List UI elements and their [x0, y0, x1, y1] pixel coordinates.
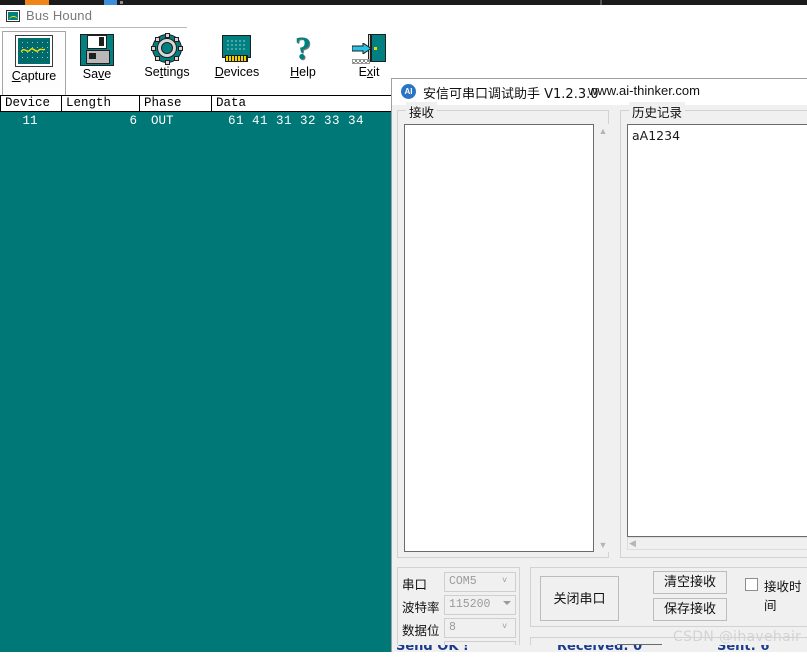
serial-assistant-window: AI 安信可串口调试助手 V1.2.3.0 www.ai-thinker.com… — [391, 78, 807, 652]
exit-label: Exit — [358, 65, 380, 79]
serial-titlebar: AI 安信可串口调试助手 V1.2.3.0 www.ai-thinker.com — [392, 79, 807, 105]
receive-time-checkbox[interactable] — [745, 578, 758, 591]
cell-length: 6 — [129, 114, 137, 128]
serial-params-group: 串口 COM5 ˅ 波特率 115200 数据位 8 ˅ 校验位 None — [397, 567, 520, 652]
serial-window-title: 安信可串口调试助手 V1.2.3.0 — [423, 87, 599, 102]
gear-disc-icon — [151, 33, 183, 65]
capture-button[interactable]: Capture — [2, 31, 66, 96]
save-button[interactable]: Save — [66, 31, 128, 93]
toolbar-divider — [0, 27, 187, 28]
param-row-databits: 数据位 8 ˅ — [402, 618, 518, 640]
column-header-device[interactable]: Device — [0, 95, 62, 112]
help-label: Help — [290, 65, 316, 79]
column-header-length[interactable]: Length — [62, 95, 140, 112]
select-port[interactable]: COM5 ˅ — [444, 572, 516, 592]
history-hscrollbar[interactable]: ◀ — [627, 537, 807, 550]
receive-group-label: 接收 — [406, 102, 438, 121]
save-label: Save — [82, 67, 112, 81]
label-port: 串口 — [402, 577, 428, 592]
close-port-button[interactable]: 关闭串口 — [540, 576, 619, 621]
devices-button[interactable]: Devices — [202, 31, 272, 93]
ai-thinker-logo-icon: AI — [401, 84, 416, 99]
select-baudrate[interactable]: 115200 — [444, 595, 516, 615]
status-message: Send OK ! — [396, 645, 469, 652]
column-header-phase[interactable]: Phase — [140, 95, 212, 112]
select-port-value: COM5 — [449, 575, 477, 588]
scroll-down-icon[interactable]: ▼ — [597, 538, 609, 552]
settings-label: Settings — [144, 65, 190, 79]
history-textarea[interactable]: aA1234 — [627, 124, 807, 537]
capture-label: Capture — [11, 69, 57, 83]
scroll-up-icon[interactable]: ▲ — [597, 124, 609, 138]
help-button[interactable]: ? Help — [272, 31, 334, 93]
serial-website-url: www.ai-thinker.com — [588, 83, 700, 98]
cell-phase: OUT — [151, 114, 174, 128]
param-row-baud: 波特率 115200 — [402, 595, 518, 617]
history-group: 历史记录 aA1234 ◀ — [620, 102, 807, 558]
scope-icon — [6, 10, 20, 22]
select-databits[interactable]: 8 ˅ — [444, 618, 516, 638]
param-row-port: 串口 COM5 ˅ — [402, 572, 518, 594]
bus-hound-title: Bus Hound — [26, 8, 93, 23]
receive-group: 接收 ▲ ▼ — [397, 102, 609, 558]
label-baudrate: 波特率 — [402, 600, 440, 615]
spinner-down-icon — [503, 601, 511, 605]
serial-statusbar: Send OK ! Received: 0 Sent: 6 — [392, 645, 807, 652]
floppy-disk-icon — [80, 34, 114, 66]
chevron-down-icon: ˅ — [502, 621, 508, 631]
question-mark-icon: ? — [294, 31, 312, 67]
select-baudrate-value: 115200 — [449, 598, 491, 611]
status-received: Received: 0 — [557, 645, 642, 652]
history-group-label: 历史记录 — [629, 102, 686, 121]
chip-icon — [221, 34, 253, 64]
save-receive-button[interactable]: 保存接收 — [653, 598, 727, 621]
exit-door-icon — [351, 34, 386, 64]
scope-capture-icon — [16, 36, 52, 66]
status-sent: Sent: 6 — [717, 645, 769, 652]
scroll-left-icon[interactable]: ◀ — [629, 538, 636, 549]
port-actions-group: 关闭串口 清空接收 保存接收 接收时间 — [530, 567, 807, 627]
cell-device: 11 — [22, 114, 38, 128]
settings-button[interactable]: Settings — [132, 31, 202, 93]
receive-time-label: 接收时间 — [764, 579, 802, 613]
watermark: CSDN @ihavehair — [673, 629, 802, 645]
clear-receive-button[interactable]: 清空接收 — [653, 571, 727, 594]
devices-label: Devices — [214, 65, 260, 79]
label-databits: 数据位 — [402, 623, 440, 638]
bus-hound-titlebar: Bus Hound — [0, 5, 807, 27]
chevron-down-icon: ˅ — [502, 575, 508, 585]
taskbar-segment-dot — [120, 1, 123, 4]
receive-textarea[interactable] — [404, 124, 594, 552]
receive-scrollbar[interactable]: ▲ ▼ — [597, 124, 609, 552]
select-databits-value: 8 — [449, 621, 456, 634]
